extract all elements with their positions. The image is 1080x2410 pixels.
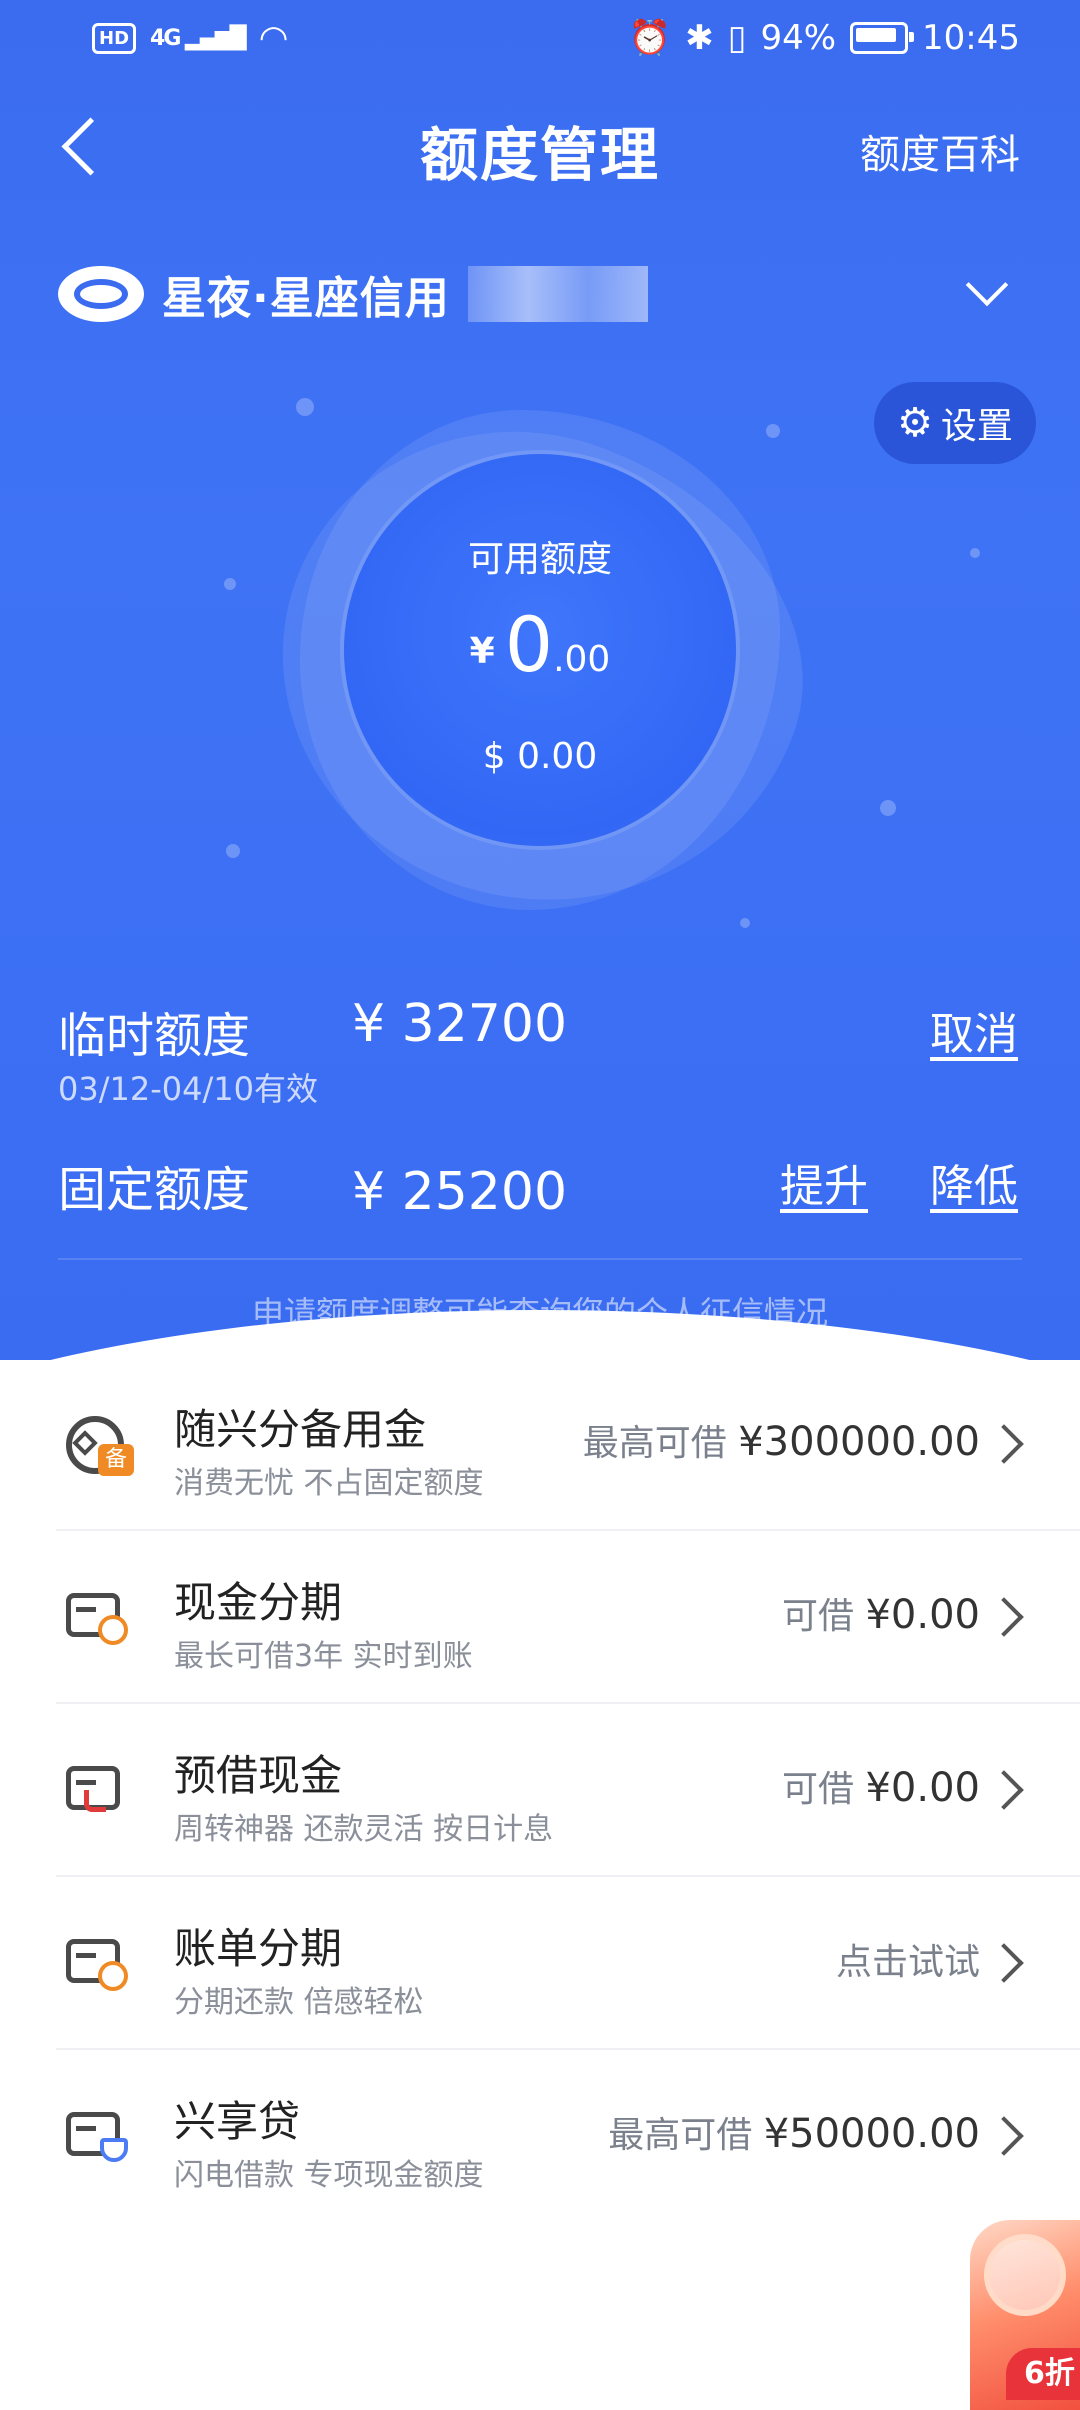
- status-bar: HD 4G ▂▄▆█ ◠ ⏰ ✱ ▯ 94% 10:45: [0, 0, 1080, 80]
- limit-wiki-link[interactable]: 额度百科: [860, 122, 1020, 180]
- temp-limit-period: 03/12-04/10有效: [58, 1070, 318, 1108]
- available-limit-label: 可用额度: [467, 539, 612, 580]
- chevron-right-icon: [984, 1424, 1024, 1464]
- fixed-limit-value: ¥ 25200: [352, 1162, 568, 1222]
- decor-dot: [880, 800, 896, 816]
- item-title: 兴享贷: [174, 2097, 301, 2146]
- credit-notice: 申请额度调整可能查询您的个人征信情况: [251, 1294, 828, 1332]
- decor-dot: [740, 918, 750, 928]
- cash-installment-icon: [64, 1587, 134, 1649]
- battery-icon: [850, 22, 915, 54]
- divider: [58, 1258, 1022, 1260]
- list-item[interactable]: 账单分期 分期还款 倍感轻松 点击试试: [0, 1877, 1080, 2050]
- raise-limit-link[interactable]: 提升: [780, 1150, 868, 1214]
- list-item[interactable]: 兴享贷 闪电借款 专项现金额度 最高可借 ¥50000.00: [0, 2050, 1080, 2223]
- item-amount: 最高可借 ¥50000.00: [608, 2111, 980, 2157]
- temp-limit-label: 临时额度: [58, 1008, 251, 1064]
- settings-button[interactable]: ⚙ 设置: [874, 382, 1036, 464]
- settings-label: 设置: [940, 406, 1013, 447]
- item-title: 现金分期: [174, 1578, 343, 1627]
- item-title: 账单分期: [174, 1924, 343, 1973]
- promo-orb-icon: [984, 2234, 1066, 2316]
- list-item[interactable]: 现金分期 最长可借3年 实时到账 可借 ¥0.00: [0, 1531, 1080, 1704]
- decor-dot: [296, 398, 314, 416]
- hd-icon: HD: [92, 22, 137, 54]
- cash-advance-icon: [64, 1760, 134, 1822]
- amount-integer: 0: [504, 600, 554, 689]
- bluetooth-icon: ✱: [685, 18, 714, 58]
- item-subtitle: 周转神器 还款灵活 按日计息: [174, 1812, 554, 1847]
- card-selector[interactable]: 星夜·星座信用: [58, 262, 648, 326]
- item-amount: 可借 ¥0.00: [782, 1592, 980, 1638]
- chevron-right-icon: [984, 1943, 1024, 1983]
- decor-dot: [226, 844, 240, 858]
- item-subtitle: 最长可借3年 实时到账: [174, 1639, 473, 1674]
- list-item[interactable]: 预借现金 周转神器 还款灵活 按日计息 可借 ¥0.00: [0, 1704, 1080, 1877]
- item-action: 点击试试: [835, 1942, 980, 1983]
- chevron-right-icon: [984, 1770, 1024, 1810]
- available-limit-amount: ¥0.00: [0, 600, 1080, 689]
- battery-percent: 94%: [760, 18, 837, 58]
- fixed-limit-label: 固定额度: [58, 1162, 251, 1218]
- currency-symbol: ¥: [469, 631, 495, 672]
- clock: 10:45: [922, 18, 1020, 58]
- cancel-temp-limit-link[interactable]: 取消: [930, 998, 1018, 1062]
- bank-logo-icon: [58, 266, 144, 322]
- item-title: 随兴分备用金: [174, 1405, 427, 1454]
- signal-icon: 4G ▂▄▆█: [150, 25, 247, 51]
- service-list: 备 随兴分备用金 消费无忧 不占固定额度 最高可借 ¥300000.00 现金分…: [0, 1358, 1080, 2223]
- item-subtitle: 分期还款 倍感轻松: [174, 1985, 424, 2020]
- gear-icon: ⚙: [897, 400, 933, 446]
- reserve-fund-icon: 备: [64, 1414, 134, 1476]
- item-amount: 最高可借 ¥300000.00: [582, 1419, 980, 1465]
- amount-decimal: .00: [553, 639, 611, 680]
- chevron-right-icon: [984, 1597, 1024, 1637]
- vibrate-icon: ▯: [727, 18, 747, 58]
- temp-limit-value: ¥ 32700: [352, 994, 568, 1054]
- promo-badge[interactable]: 6折: [1006, 2348, 1080, 2400]
- top-nav: 额度管理 额度百科: [0, 90, 1080, 200]
- alarm-icon: ⏰: [628, 18, 672, 58]
- item-subtitle: 闪电借款 专项现金额度: [174, 2158, 484, 2193]
- chevron-right-icon: [984, 2116, 1024, 2156]
- lower-limit-link[interactable]: 降低: [930, 1150, 1018, 1214]
- bill-installment-icon: [64, 1933, 134, 1995]
- loan-icon: [64, 2106, 134, 2168]
- wifi-icon: ◠: [258, 18, 289, 58]
- masked-card-number: [467, 266, 648, 322]
- available-limit-usd: $ 0.00: [482, 736, 598, 777]
- item-title: 预借现金: [174, 1751, 343, 1800]
- item-subtitle: 消费无忧 不占固定额度: [174, 1466, 484, 1501]
- card-name: 星夜·星座信用: [162, 273, 450, 324]
- decor-dot: [766, 424, 780, 438]
- item-amount: 可借 ¥0.00: [782, 1765, 980, 1811]
- list-item[interactable]: 备 随兴分备用金 消费无忧 不占固定额度 最高可借 ¥300000.00: [0, 1358, 1080, 1531]
